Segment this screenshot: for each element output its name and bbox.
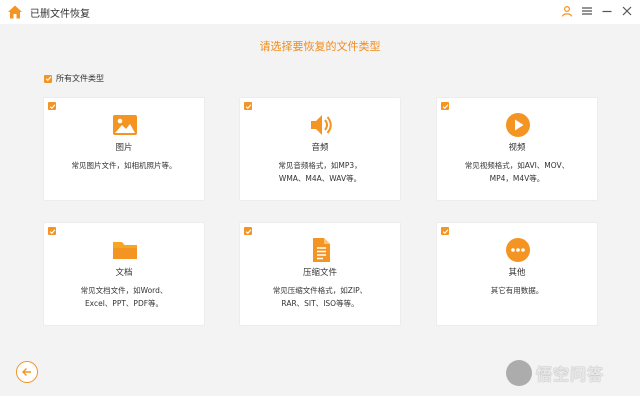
card-title: 视频 (508, 143, 526, 153)
card-desc-line: RAR、SIT、ISO等等。 (281, 299, 359, 308)
card-title: 文档 (115, 268, 133, 278)
card-video[interactable]: 视频 常见视频格式，如AVI、MOV、 MP4，M4V等。 (436, 97, 598, 201)
checkbox-checked-icon[interactable] (48, 102, 56, 110)
card-description: 常见音频格式，如MP3， WMA、M4A、WAV等。 (250, 159, 390, 185)
card-desc-line: MP4，M4V等。 (489, 174, 545, 183)
card-description: 常见压缩文件格式，如ZIP、 RAR、SIT、ISO等等。 (250, 284, 390, 310)
card-desc-line: 其它有用数据。 (490, 286, 544, 295)
checkbox-checked-icon[interactable] (244, 227, 252, 235)
watermark-logo-icon (506, 360, 532, 386)
card-images[interactable]: 图片 常见图片文件，如相机照片等。 (43, 97, 205, 201)
archive-file-icon (308, 237, 334, 263)
all-types-checkbox[interactable]: 所有文件类型 (44, 73, 104, 84)
more-icon (505, 237, 531, 263)
card-desc-line: 常见压缩文件格式，如ZIP、 (272, 286, 368, 295)
card-title: 图片 (115, 143, 133, 153)
card-title: 压缩文件 (302, 268, 337, 278)
checkbox-checked-icon[interactable] (441, 227, 449, 235)
window-title: 已删文件恢复 (30, 9, 90, 20)
folder-icon (112, 237, 138, 263)
card-description: 常见图片文件，如相机照片等。 (54, 159, 194, 172)
checkbox-checked-icon[interactable] (244, 102, 252, 110)
card-audio[interactable]: 音频 常见音频格式，如MP3， WMA、M4A、WAV等。 (239, 97, 401, 201)
watermark: 悟空问答 (506, 360, 604, 386)
card-description: 常见文档文件，如Word、 Excel、PPT、PDF等。 (54, 284, 194, 310)
card-title: 音频 (311, 143, 329, 153)
back-button[interactable] (16, 361, 38, 383)
menu-icon[interactable] (580, 3, 594, 19)
window-controls (560, 3, 634, 19)
card-desc-line: 常见视频格式，如AVI、MOV、 (464, 161, 570, 170)
close-icon[interactable] (620, 3, 634, 19)
card-documents[interactable]: 文档 常见文档文件，如Word、 Excel、PPT、PDF等。 (43, 222, 205, 326)
card-description: 常见视频格式，如AVI、MOV、 MP4，M4V等。 (447, 159, 587, 185)
card-desc-line: Excel、PPT、PDF等。 (84, 299, 164, 308)
minimize-icon[interactable] (600, 3, 614, 19)
card-desc-line: 常见图片文件，如相机照片等。 (71, 161, 177, 170)
checkbox-checked-icon[interactable] (441, 102, 449, 110)
card-archives[interactable]: 压缩文件 常见压缩文件格式，如ZIP、 RAR、SIT、ISO等等。 (239, 222, 401, 326)
checkbox-checked-icon[interactable] (48, 227, 56, 235)
image-icon (112, 112, 138, 138)
checkbox-checked-icon[interactable] (44, 74, 52, 83)
watermark-text: 悟空问答 (536, 365, 605, 384)
home-icon[interactable] (7, 4, 23, 20)
card-desc-line: 常见音频格式，如MP3， (278, 161, 362, 170)
play-icon (505, 112, 531, 138)
title-bar: 已删文件恢复 (0, 0, 640, 24)
all-types-label: 所有文件类型 (56, 74, 104, 83)
card-other[interactable]: 其他 其它有用数据。 (436, 222, 598, 326)
user-icon[interactable] (560, 3, 574, 19)
card-desc-line: 常见文档文件，如Word、 (80, 286, 168, 295)
speaker-icon (308, 112, 334, 138)
card-description: 其它有用数据。 (447, 284, 587, 297)
page-heading: 请选择要恢复的文件类型 (259, 40, 381, 53)
card-desc-line: WMA、M4A、WAV等。 (278, 174, 362, 183)
arrow-left-icon (21, 363, 33, 382)
card-title: 其他 (508, 268, 526, 278)
